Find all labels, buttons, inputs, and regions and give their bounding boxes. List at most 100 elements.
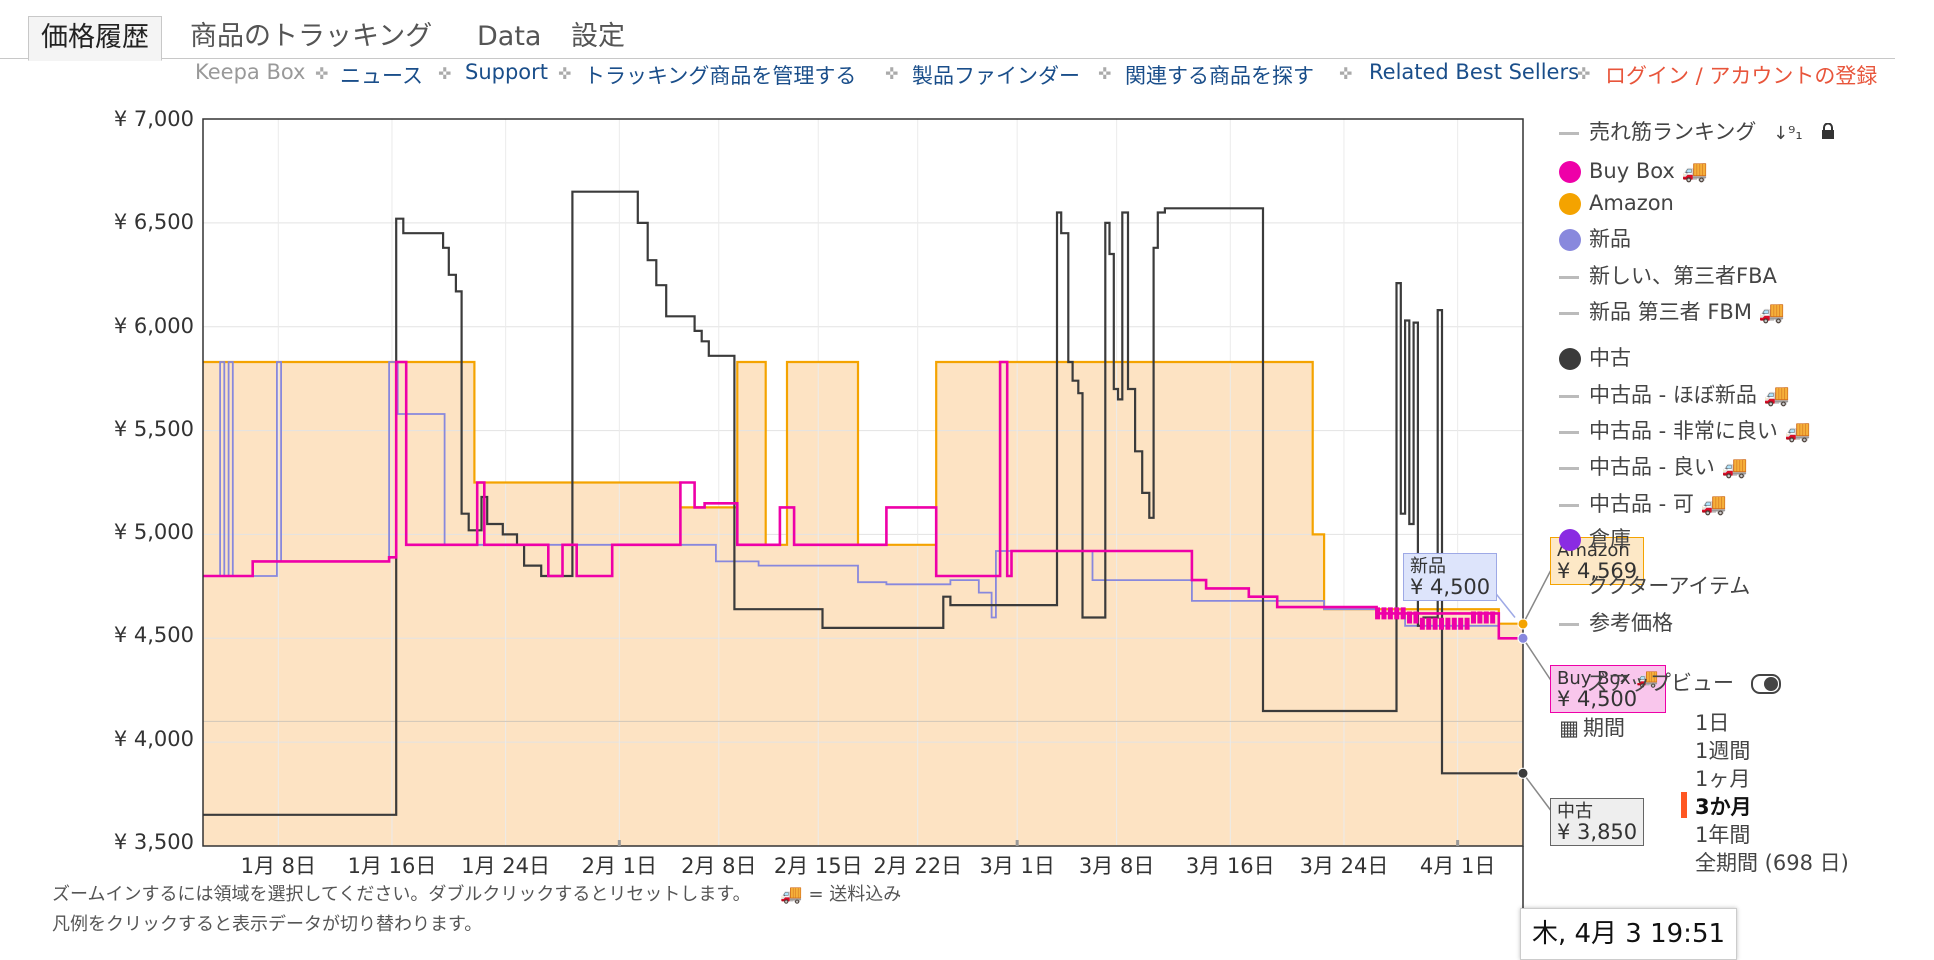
sort-numeric-icon[interactable]: ↓⁹₁ <box>1773 123 1803 144</box>
legend-dot-icon <box>1559 529 1581 551</box>
tooltip-used-title: 中古 <box>1557 801 1593 822</box>
series-line-new <box>203 361 1523 640</box>
buybox-marker <box>1439 617 1445 630</box>
buybox-marker <box>1451 617 1457 630</box>
range-1y[interactable]: 1年間 <box>1695 819 1750 849</box>
legend-item-amazon[interactable]: Amazon <box>1555 191 1674 215</box>
legend-item-collectible[interactable]: ククターアイテム <box>1555 570 1750 600</box>
range-1m[interactable]: 1ヶ月 <box>1695 763 1750 793</box>
buybox-marker <box>1407 611 1413 624</box>
endpoint-marker-amazon <box>1517 618 1529 630</box>
legend-label: 中古品 - 非常に良い 🚚 <box>1589 419 1811 443</box>
legend-label: 中古品 - 可 🚚 <box>1589 492 1727 516</box>
legend-item-list-price[interactable]: 参考価格 <box>1555 607 1673 637</box>
nav-separator-icon: ✜ <box>1339 64 1353 83</box>
lock-icon <box>1821 120 1835 144</box>
tooltip-new-value: ¥ 4,500 <box>1410 575 1491 599</box>
buybox-marker <box>1400 607 1406 620</box>
tooltip-connector <box>1522 637 1553 683</box>
buybox-marker <box>1477 611 1483 624</box>
buybox-marker <box>1426 617 1432 630</box>
tooltip-new-title: 新品 <box>1410 556 1446 577</box>
legend-item-period: ▦ 期間 <box>1555 712 1625 742</box>
nav-support[interactable]: Support <box>465 60 548 84</box>
series-line-buybox <box>203 360 1523 640</box>
buybox-marker <box>1413 611 1419 624</box>
range-all[interactable]: 全期間 (698 日) <box>1695 847 1849 877</box>
legend-label: 新しい、第三者FBA <box>1589 264 1777 288</box>
legend-label: 売れ筋ランキング <box>1589 120 1757 144</box>
legend-item-closeup-view[interactable]: ズアップビュー <box>1555 667 1781 697</box>
legend-item-new-fbm[interactable]: 新品 第三者 FBM 🚚 <box>1555 296 1785 326</box>
legend-item-used-good[interactable]: 中古品 - 良い 🚚 <box>1555 451 1748 481</box>
legend-label: 参考価格 <box>1589 611 1673 635</box>
series-line-amazon <box>203 360 1523 625</box>
y-tick-label: ¥ 5,000 <box>113 520 194 544</box>
legend-item-used-very-good[interactable]: 中古品 - 非常に良い 🚚 <box>1555 415 1811 445</box>
nav-keepa-box[interactable]: Keepa Box <box>195 60 305 84</box>
legend-item-used-acceptable[interactable]: 中古品 - 可 🚚 <box>1555 488 1727 518</box>
y-tick-label: ¥ 4,500 <box>113 623 194 647</box>
legend-dash-icon <box>1559 503 1579 507</box>
toggle-switch[interactable] <box>1750 674 1781 694</box>
buybox-marker <box>1445 617 1451 630</box>
y-tick-label: ¥ 6,000 <box>113 314 194 338</box>
range-3m[interactable]: 3か月 <box>1695 791 1752 821</box>
x-tick-label: 4月 1日 <box>1419 854 1496 878</box>
nav-separator-icon: ✜ <box>438 64 452 83</box>
nav-related-best-sellers[interactable]: Related Best Sellers <box>1369 60 1579 84</box>
endpoint-marker-buybox <box>1517 632 1529 644</box>
x-tick-label: 2月 1日 <box>581 854 658 878</box>
nav-related-products[interactable]: 関連する商品を探す <box>1125 60 1314 90</box>
legend-dot-icon <box>1559 161 1581 183</box>
legend-dot-icon <box>1559 348 1581 370</box>
tooltip-used-value: ¥ 3,850 <box>1557 820 1638 844</box>
plot-border <box>202 118 1524 847</box>
nav-news[interactable]: ニュース <box>340 60 423 90</box>
legend-item-new-fba[interactable]: 新しい、第三者FBA <box>1555 260 1777 290</box>
legend-label: 中古品 - ほぼ新品 🚚 <box>1589 383 1790 407</box>
legend-item-sales-rank[interactable]: 売れ筋ランキング ↓⁹₁ <box>1555 116 1835 146</box>
tab-bar: 価格履歴 商品のトラッキング Data 設定 <box>0 0 1934 61</box>
x-tick-label: 3月 24日 <box>1299 854 1389 878</box>
range-1d[interactable]: 1日 <box>1695 707 1729 737</box>
buybox-marker <box>1458 617 1464 630</box>
tab-data[interactable]: Data <box>465 16 553 58</box>
legend-item-warehouse[interactable]: 倉庫 <box>1555 523 1631 553</box>
y-tick-label: ¥ 3,500 <box>113 830 194 854</box>
legend-dash-icon <box>1559 622 1579 626</box>
tab-settings[interactable]: 設定 <box>559 16 637 58</box>
legend-label: 期間 <box>1583 716 1625 740</box>
help-text-legend: 凡例をクリックすると表示データが切り替わります。 <box>52 914 483 935</box>
calendar-icon: ▦ <box>1559 716 1579 740</box>
buybox-marker <box>1464 617 1470 630</box>
legend-label: 新品 第三者 FBM 🚚 <box>1589 300 1785 324</box>
range-1w[interactable]: 1週間 <box>1695 735 1750 765</box>
y-tick-label: ¥ 7,000 <box>113 107 194 131</box>
legend-dash-icon <box>1559 466 1579 470</box>
nav-login[interactable]: ログイン / アカウントの登録 <box>1605 60 1877 90</box>
buybox-marker <box>1419 617 1425 630</box>
legend-item-buybox[interactable]: Buy Box 🚚 <box>1555 159 1708 184</box>
tooltip-used: 中古 ¥ 3,850 <box>1550 798 1645 846</box>
x-tick-label: 3月 8日 <box>1078 854 1155 878</box>
legend-label: 中古 <box>1589 346 1631 370</box>
legend-dot-icon <box>1559 229 1581 251</box>
tab-price-history[interactable]: 価格履歴 <box>28 16 162 61</box>
y-tick-label: ¥ 4,000 <box>113 727 194 751</box>
legend-item-used-like-new[interactable]: 中古品 - ほぼ新品 🚚 <box>1555 379 1790 409</box>
buybox-marker <box>1490 611 1496 624</box>
plot-background <box>203 119 1523 846</box>
nav-manage-tracking[interactable]: トラッキング商品を管理する <box>584 60 856 90</box>
x-tick-label: 1月 24日 <box>461 854 551 878</box>
help-shipping-legend: 🚚 = 送料込み <box>780 884 902 905</box>
nav-product-finder[interactable]: 製品ファインダー <box>912 60 1080 90</box>
y-tick-label: ¥ 5,500 <box>113 417 194 441</box>
legend-item-new[interactable]: 新品 <box>1555 223 1631 253</box>
nav-separator-icon: ✜ <box>1577 64 1591 83</box>
tab-tracking[interactable]: 商品のトラッキング <box>178 16 444 58</box>
legend-dash-icon <box>1559 430 1579 434</box>
buybox-marker <box>1483 611 1489 624</box>
legend-item-used[interactable]: 中古 <box>1555 342 1631 372</box>
legend-label: ズアップビュー <box>1587 671 1734 695</box>
